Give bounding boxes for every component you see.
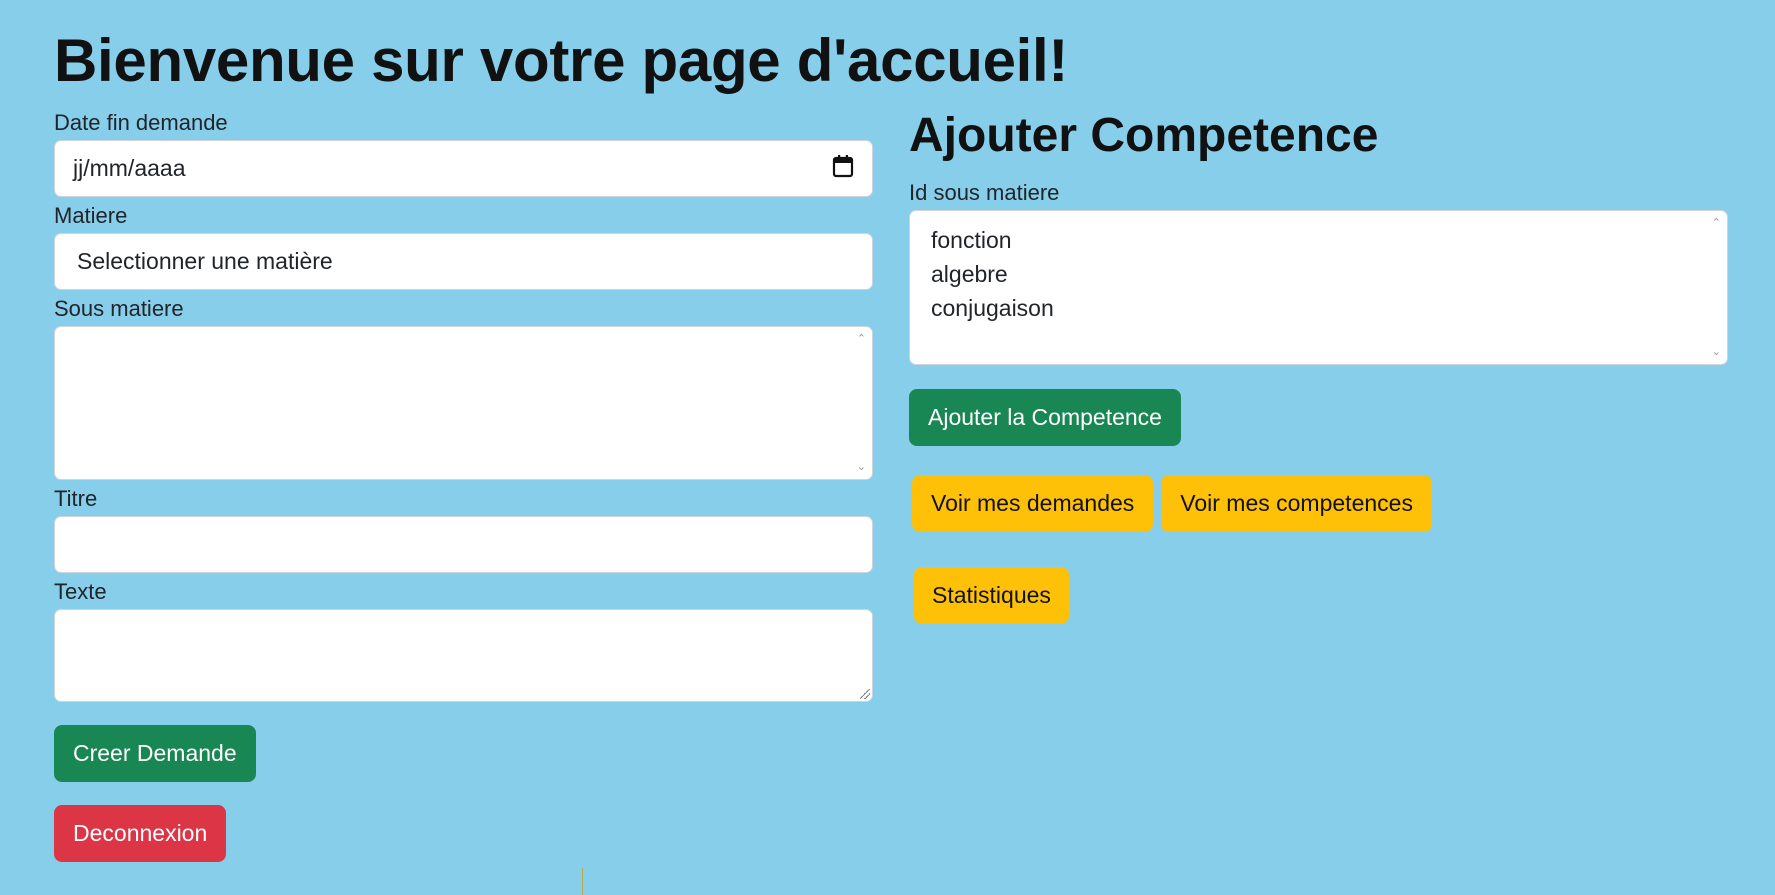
scroll-down-icon[interactable]: ⌄	[1712, 346, 1721, 358]
calendar-icon[interactable]	[832, 154, 854, 184]
voir-competences-button[interactable]: Voir mes competences	[1161, 475, 1432, 532]
scroll-down-icon[interactable]: ⌄	[857, 461, 866, 473]
date-placeholder: jj/mm/aaaa	[73, 155, 186, 181]
scroll-up-icon[interactable]: ⌃	[1712, 217, 1721, 229]
list-option-algebre[interactable]: algebre	[931, 257, 1727, 291]
date-label: Date fin demande	[54, 110, 228, 135]
id-sous-matiere-label: Id sous matiere	[909, 180, 1060, 205]
add-competence-form: Ajouter Competence Id sous matiere fonct…	[909, 104, 1728, 624]
list-option-conjugaison[interactable]: conjugaison	[931, 291, 1727, 325]
matiere-label: Matiere	[54, 203, 128, 228]
sous-matiere-label: Sous matiere	[54, 296, 184, 321]
resize-handle-icon[interactable]	[860, 689, 870, 699]
voir-demandes-button[interactable]: Voir mes demandes	[912, 475, 1154, 532]
sous-matiere-listbox[interactable]: ⌃ ⌄	[54, 326, 873, 480]
list-option-fonction[interactable]: fonction	[931, 223, 1727, 257]
creer-demande-button[interactable]: Creer Demande	[54, 725, 256, 782]
statistiques-button[interactable]: Statistiques	[914, 567, 1069, 624]
date-input[interactable]: jj/mm/aaaa	[54, 140, 873, 197]
page-title: Bienvenue sur votre page d'accueil!	[54, 27, 1069, 94]
divider-mark	[582, 868, 583, 895]
deconnexion-button[interactable]: Deconnexion	[54, 805, 227, 862]
texte-textarea[interactable]	[54, 609, 873, 702]
matiere-select[interactable]: Selectionner une matière	[54, 233, 873, 290]
create-demand-form: Date fin demande jj/mm/aaaa Matiere Sele…	[54, 108, 873, 862]
id-sous-matiere-listbox[interactable]: fonction algebre conjugaison ⌃ ⌄	[909, 210, 1728, 365]
texte-label: Texte	[54, 579, 107, 604]
ajouter-competence-button[interactable]: Ajouter la Competence	[909, 389, 1181, 446]
competence-section-title: Ajouter Competence	[909, 109, 1379, 162]
matiere-selected-value: Selectionner une matière	[77, 248, 333, 274]
titre-input[interactable]	[54, 516, 873, 573]
scroll-up-icon[interactable]: ⌃	[857, 333, 866, 345]
titre-label: Titre	[54, 486, 98, 511]
